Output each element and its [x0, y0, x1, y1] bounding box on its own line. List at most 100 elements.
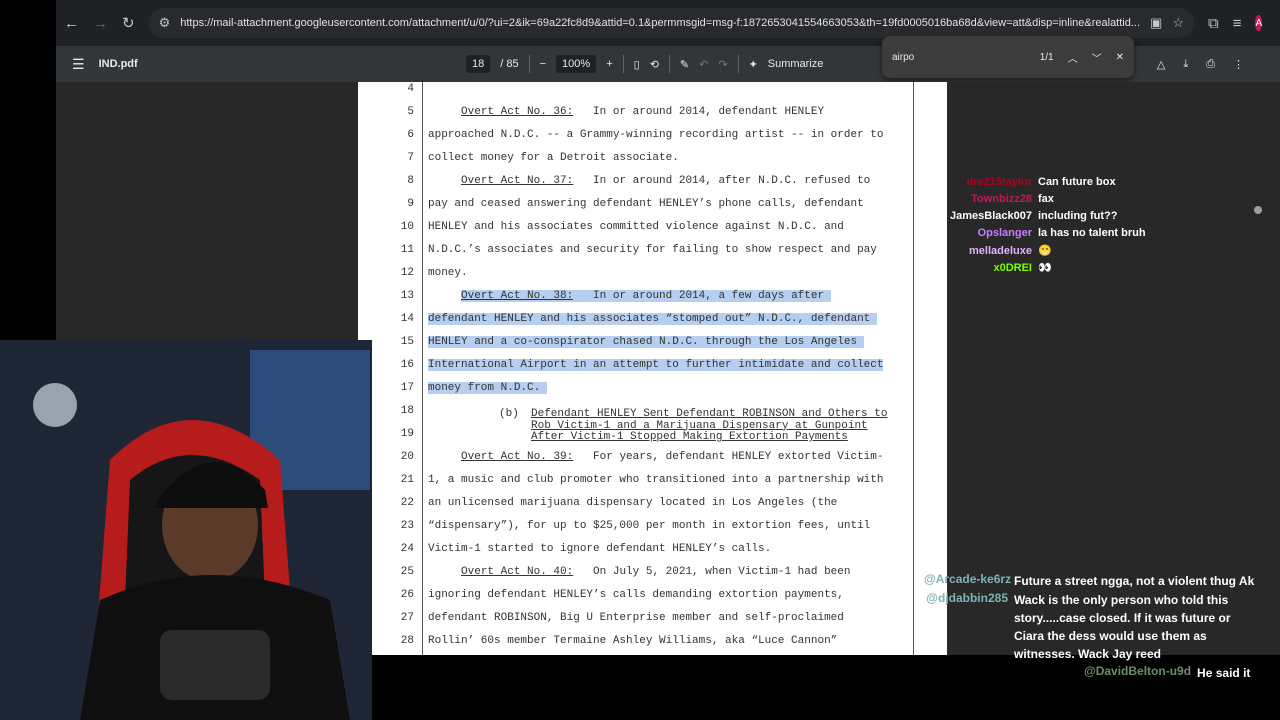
line-text: Overt Act No. 39: For years, defendant H…: [461, 451, 884, 463]
find-input[interactable]: airpo: [892, 52, 1026, 63]
reload-icon[interactable]: ↻: [122, 14, 135, 32]
forward-icon[interactable]: →: [93, 15, 108, 32]
chat-message: JamesBlack007 including fut??: [940, 210, 1117, 222]
subheading-marker: (b): [499, 408, 519, 420]
line-number: 12: [400, 267, 414, 279]
line-number: 25: [400, 566, 414, 578]
pdf-right-tools: △ ⤓ ⎙ ⋮: [1157, 58, 1244, 71]
scrollbar[interactable]: [1254, 82, 1262, 655]
pdf-icon[interactable]: ▣: [1150, 15, 1162, 31]
chat-message: @DavidBelton-u9d He said it: [1084, 664, 1250, 682]
close-icon[interactable]: ✕: [1116, 52, 1124, 63]
line-number: 20: [400, 451, 414, 463]
bookmark-star-icon[interactable]: ☆: [1172, 15, 1184, 31]
avatar[interactable]: A: [1255, 15, 1263, 31]
document-line: 20 Overt Act No. 39: For years, defendan…: [358, 451, 947, 474]
document-line: 16 International Airport in an attempt to…: [358, 359, 947, 382]
line-text: money.: [428, 267, 468, 279]
find-prev-icon[interactable]: ︿: [1068, 50, 1078, 65]
line-text: HENLEY and his associates committed viol…: [428, 221, 844, 233]
chat-username: @Arcade-ke6rz: [924, 572, 1012, 586]
annotate-icon[interactable]: ✎: [680, 58, 689, 71]
line-text: Overt Act No. 38: In or around 2014, a f…: [461, 290, 831, 302]
line-text: “dispensary”), for up to $25,000 per mon…: [428, 520, 871, 532]
back-icon[interactable]: ←: [64, 15, 79, 32]
document-line: 8 Overt Act No. 37: In or around 2014, a…: [358, 175, 947, 198]
line-text: Rollin’ 60s member Termaine Ashley Willi…: [428, 635, 838, 647]
fit-page-icon[interactable]: ▯: [634, 58, 640, 71]
document-line: 21 1, a music and club promoter who trans…: [358, 474, 947, 497]
divider: [622, 55, 624, 73]
document-line: 6 approached N.D.C. -- a Grammy-winning r…: [358, 129, 947, 152]
hamburger-icon[interactable]: ☰: [72, 56, 85, 73]
chat-text: la has no talent bruh: [1038, 227, 1146, 239]
line-number: 16: [400, 359, 414, 371]
chat-username: melladeluxe: [969, 245, 1032, 257]
line-number: 15: [400, 336, 414, 348]
document-line: 23 “dispensary”), for up to $25,000 per m…: [358, 520, 947, 543]
line-text: Victim-1 started to ignore defendant HEN…: [428, 543, 772, 555]
chat-username: JamesBlack007: [950, 210, 1032, 222]
chat-message: Townbizz28 fax: [940, 193, 1054, 205]
line-number: 21: [400, 474, 414, 486]
extensions-icon[interactable]: ⧉: [1208, 15, 1219, 32]
drive-icon[interactable]: △: [1157, 58, 1165, 71]
webcam-feed: [0, 340, 372, 720]
page-number-input[interactable]: 18: [466, 55, 491, 73]
summarize-icon[interactable]: ✦: [749, 58, 758, 71]
find-count: 1/1: [1039, 51, 1054, 63]
line-number: 19: [400, 428, 414, 440]
site-info-icon[interactable]: ⚙: [159, 15, 171, 31]
chat-message: @Arcade-ke6rz Future a street ngga, not a…: [924, 572, 1262, 590]
document-line: 27 defendant ROBINSON, Big U Enterprise m…: [358, 612, 947, 635]
zoom-input[interactable]: 100%: [556, 55, 597, 73]
line-text: pay and ceased answering defendant HENLE…: [428, 198, 864, 210]
chat-text: Future a street ngga, not a violent thug…: [1014, 574, 1255, 588]
document-line: 12 money.: [358, 267, 947, 290]
print-icon[interactable]: ⎙: [1206, 58, 1215, 71]
undo-icon[interactable]: ↶: [699, 58, 708, 71]
line-text: Overt Act No. 37: In or around 2014, aft…: [461, 175, 871, 187]
line-number: 10: [400, 221, 414, 233]
chat-message: Opslanger la has no talent bruh: [940, 227, 1146, 239]
chat-text: He said it: [1197, 666, 1251, 680]
address-bar[interactable]: ⚙ https://mail-attachment.googleusercont…: [148, 8, 1194, 38]
chat-text: fax: [1038, 193, 1054, 205]
divider: [528, 55, 530, 73]
document-line: 5 Overt Act No. 36: In or around 2014, d…: [358, 106, 947, 129]
chat-username: Opslanger: [977, 227, 1032, 239]
line-number: 6: [407, 129, 414, 141]
scroll-thumb[interactable]: [1254, 206, 1262, 214]
document-line: 26 ignoring defendant HENLEY’s calls dema…: [358, 589, 947, 612]
line-number: 28: [400, 635, 414, 647]
line-number: 23: [400, 520, 414, 532]
chat-message: melladeluxe 😁: [940, 244, 1052, 257]
line-number: 7: [407, 152, 414, 164]
download-icon[interactable]: ⤓: [1183, 58, 1188, 71]
chat-text: including fut??: [1038, 210, 1118, 222]
pdf-toolbar: ☰ IND.pdf 18 / 85 − 100% + ▯ ⟲ ✎ ↶ ↷ ✦ S…: [56, 36, 1280, 82]
line-text: N.D.C.’s associates and security for fai…: [428, 244, 877, 256]
zoom-out-icon[interactable]: −: [540, 58, 546, 70]
document-line: 25 Overt Act No. 40: On July 5, 2021, wh…: [358, 566, 947, 589]
summarize-button[interactable]: Summarize: [768, 58, 824, 70]
redo-icon[interactable]: ↷: [718, 58, 727, 71]
line-text: defendant HENLEY and his associates “sto…: [428, 313, 877, 325]
rotate-icon[interactable]: ⟲: [650, 58, 659, 71]
chat-text: Can future box: [1038, 176, 1116, 188]
line-number: 4: [407, 83, 414, 95]
chat-text: 😁: [1038, 245, 1052, 257]
document-line: 28 Rollin’ 60s member Termaine Ashley Wil…: [358, 635, 947, 658]
chat-username: Townbizz28: [971, 193, 1032, 205]
zoom-in-icon[interactable]: +: [606, 58, 612, 70]
chat-text: Wack is the only person who told this st…: [1014, 593, 1231, 661]
streamer-image: [0, 340, 372, 720]
find-next-icon[interactable]: ﹀: [1092, 50, 1102, 65]
more-icon[interactable]: ⋮: [1233, 58, 1244, 71]
line-text: defendant ROBINSON, Big U Enterprise mem…: [428, 612, 844, 624]
document-line: 15 HENLEY and a co-conspirator chased N.D…: [358, 336, 947, 359]
line-text: International Airport in an attempt to f…: [428, 359, 884, 371]
media-icon[interactable]: ≡: [1233, 15, 1242, 32]
menu-icon[interactable]: ⋮: [1276, 14, 1280, 32]
document-line: 11 N.D.C.’s associates and security for f…: [358, 244, 947, 267]
